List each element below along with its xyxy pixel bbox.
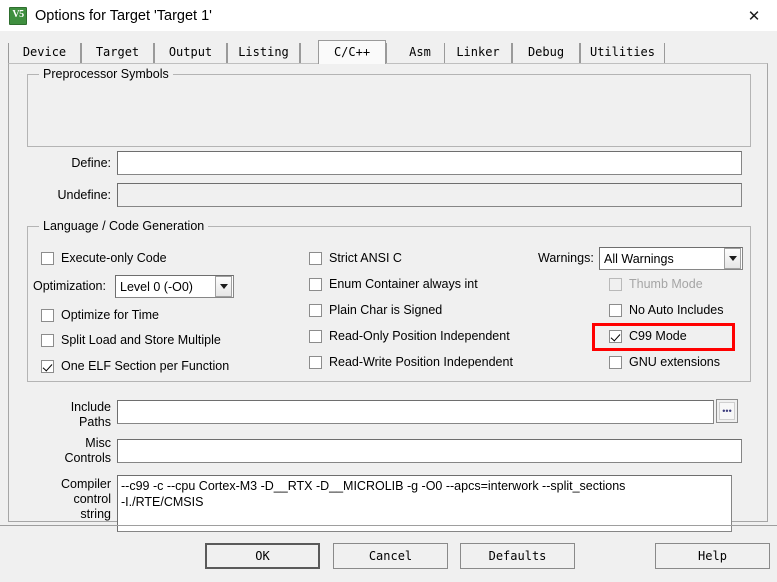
- checkbox-box: [41, 308, 54, 322]
- tab-output[interactable]: Output: [154, 43, 227, 63]
- checkbox-label: Thumb Mode: [629, 277, 703, 291]
- checkbox-label: Plain Char is Signed: [329, 303, 443, 317]
- include-paths-label: Include Paths: [70, 400, 111, 429]
- checkbox-box: [609, 277, 622, 291]
- tab-target[interactable]: Target: [81, 43, 154, 63]
- checkbox-box: [41, 359, 54, 373]
- checkbox-box: [609, 303, 622, 317]
- checkbox-plain-char-is-signed[interactable]: Plain Char is Signed: [309, 302, 442, 318]
- window-title: Options for Target 'Target 1': [35, 7, 212, 24]
- tab-device[interactable]: Device: [8, 43, 81, 63]
- checkbox-box: [309, 303, 322, 317]
- checkbox-label: Read-Write Position Independent: [329, 355, 513, 369]
- checkbox-label: Strict ANSI C: [329, 251, 402, 265]
- tab-c-c[interactable]: C/C++: [318, 40, 386, 64]
- ellipsis-icon: •••: [722, 406, 732, 416]
- defaults-button[interactable]: Defaults: [460, 543, 575, 569]
- checkbox-c99-mode[interactable]: C99 Mode: [609, 328, 687, 344]
- checkbox-label: One ELF Section per Function: [61, 359, 230, 373]
- preprocessor-symbols-group: Preprocessor Symbols: [27, 67, 751, 147]
- checkbox-box: [309, 329, 322, 343]
- browse-icon: •••: [719, 402, 735, 420]
- checkbox-split-load-and-store-multiple[interactable]: Split Load and Store Multiple: [41, 332, 221, 348]
- tab-utilities[interactable]: Utilities: [580, 43, 665, 63]
- checkbox-read-only-position-independent[interactable]: Read-Only Position Independent: [309, 328, 510, 344]
- warnings-value: All Warnings: [604, 251, 674, 266]
- checkbox-label: Split Load and Store Multiple: [61, 333, 221, 347]
- misc-controls-label: Misc Controls: [64, 436, 111, 465]
- checkbox-label: Execute-only Code: [61, 251, 167, 265]
- include-paths-input[interactable]: [117, 400, 714, 424]
- checkbox-label: No Auto Includes: [629, 303, 724, 317]
- checkbox-box: [609, 329, 622, 343]
- tab-page-cpp: Preprocessor Symbols Define: Undefine: L…: [8, 63, 768, 532]
- checkbox-no-auto-includes[interactable]: No Auto Includes: [609, 302, 724, 318]
- undefine-input[interactable]: [117, 183, 742, 207]
- checkbox-label: Read-Only Position Independent: [329, 329, 510, 343]
- checkbox-thumb-mode[interactable]: Thumb Mode: [609, 276, 703, 292]
- warnings-label: Warnings:: [538, 251, 594, 265]
- checkbox-label: C99 Mode: [629, 329, 687, 343]
- checkbox-label: GNU extensions: [629, 355, 721, 369]
- checkbox-box: [309, 251, 322, 265]
- checkbox-one-elf-section-per-function[interactable]: One ELF Section per Function: [41, 358, 229, 374]
- checkbox-box: [41, 333, 54, 347]
- warnings-select[interactable]: All Warnings: [599, 247, 743, 270]
- cancel-button[interactable]: Cancel: [333, 543, 448, 569]
- preprocessor-symbols-title: Preprocessor Symbols: [39, 67, 173, 81]
- close-icon[interactable]: ✕: [731, 0, 777, 31]
- title-bar: V5 Options for Target 'Target 1' ✕: [0, 0, 777, 31]
- checkbox-gnu-extensions[interactable]: GNU extensions: [609, 354, 720, 370]
- compiler-control-string-input[interactable]: --c99 -c --cpu Cortex-M3 -D__RTX -D__MIC…: [117, 475, 732, 532]
- tab-strip: DeviceTargetOutputListingUserC/C++AsmLin…: [8, 40, 769, 64]
- tab-debug[interactable]: Debug: [512, 43, 580, 63]
- include-paths-browse-button[interactable]: •••: [716, 399, 738, 423]
- optimization-select[interactable]: Level 0 (-O0): [115, 275, 234, 298]
- chevron-down-icon[interactable]: [724, 248, 741, 269]
- define-input[interactable]: [117, 151, 742, 175]
- checkbox-execute-only-code[interactable]: Execute-only Code: [41, 250, 167, 266]
- optimization-label: Optimization:: [33, 279, 106, 293]
- compiler-control-string-label: Compiler control string: [60, 477, 111, 521]
- checkbox-label: Optimize for Time: [61, 308, 159, 322]
- checkbox-read-write-position-independent[interactable]: Read-Write Position Independent: [309, 354, 513, 370]
- language-code-generation-title: Language / Code Generation: [39, 219, 209, 233]
- misc-controls-input[interactable]: [117, 439, 742, 463]
- checkbox-box: [309, 277, 322, 291]
- checkbox-box: [41, 251, 54, 265]
- uvision-logo-icon: V5: [9, 6, 27, 25]
- checkbox-box: [609, 355, 622, 369]
- undefine-label: Undefine:: [57, 188, 111, 202]
- checkbox-enum-container-always-int[interactable]: Enum Container always int: [309, 276, 478, 292]
- help-button[interactable]: Help: [655, 543, 770, 569]
- checkbox-strict-ansi-c[interactable]: Strict ANSI C: [309, 250, 402, 266]
- chevron-down-icon[interactable]: [215, 276, 232, 297]
- checkbox-optimize-for-time[interactable]: Optimize for Time: [41, 307, 159, 323]
- tab-linker[interactable]: Linker: [444, 43, 512, 63]
- tab-listing[interactable]: Listing: [227, 43, 300, 63]
- footer-divider: [0, 525, 777, 526]
- checkbox-box: [309, 355, 322, 369]
- options-dialog: DeviceTargetOutputListingUserC/C++AsmLin…: [0, 31, 777, 582]
- uvision-logo-glyph: V5: [12, 8, 24, 20]
- define-label: Define:: [71, 156, 111, 170]
- optimization-value: Level 0 (-O0): [120, 279, 193, 294]
- checkbox-label: Enum Container always int: [329, 277, 478, 291]
- ok-button[interactable]: OK: [205, 543, 320, 569]
